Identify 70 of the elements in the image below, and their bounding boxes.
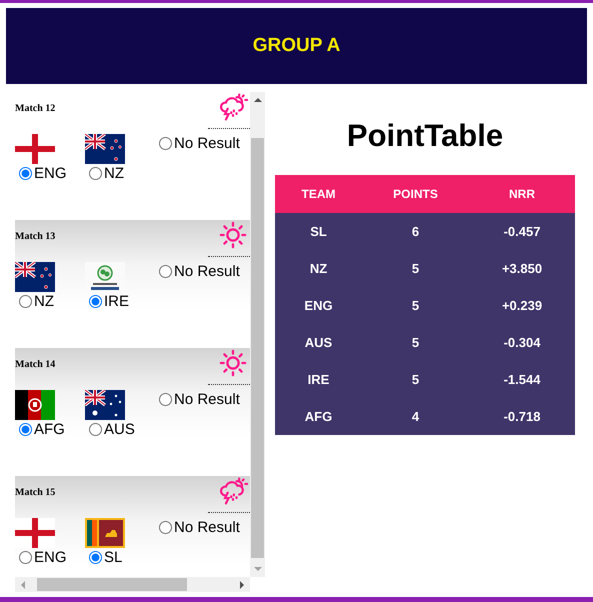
scrollbar-thumb[interactable] [251, 138, 264, 558]
team-code[interactable]: AFG [34, 421, 65, 438]
table-cell: +3.850 [469, 250, 575, 287]
table-cell: 5 [362, 361, 469, 398]
team-code[interactable]: NZ [104, 165, 124, 182]
match-title: Match 13 [15, 230, 56, 242]
horizontal-scrollbar[interactable] [15, 577, 250, 592]
table-cell: SL [275, 213, 362, 250]
radio-button[interactable] [19, 551, 32, 564]
radio-button[interactable] [89, 295, 102, 308]
table-cell: AFG [275, 398, 362, 435]
team-code[interactable]: ENG [34, 165, 67, 182]
sun-icon [218, 221, 248, 249]
radio-button[interactable] [159, 137, 172, 150]
team-code[interactable]: IRE [104, 293, 130, 310]
group-title: GROUP A [252, 35, 340, 57]
table-cell: -0.718 [469, 398, 575, 435]
scroll-right-icon[interactable] [239, 580, 245, 588]
table-cell: -1.544 [469, 361, 575, 398]
radio-button[interactable] [159, 393, 172, 406]
radio-button[interactable] [89, 551, 102, 564]
table-cell: -0.304 [469, 324, 575, 361]
no-result-label[interactable]: No Result [174, 519, 240, 536]
team-code[interactable]: NZ [34, 293, 54, 310]
table-cell: 4 [362, 398, 469, 435]
radio-button[interactable] [89, 423, 102, 436]
flag-icon [85, 518, 125, 548]
team-code[interactable]: SL [104, 549, 122, 566]
radio-button[interactable] [159, 265, 172, 278]
point-table-title: PointTable [346, 118, 504, 154]
team-code[interactable]: AUS [104, 421, 135, 438]
match-title: Match 14 [15, 358, 56, 370]
table-cell: AUS [275, 324, 362, 361]
flag-icon [85, 134, 125, 164]
radio-button[interactable] [89, 167, 102, 180]
table-cell: 5 [362, 250, 469, 287]
scrollbar-thumb[interactable] [37, 578, 187, 591]
sun-icon [218, 349, 248, 377]
scroll-left-icon[interactable] [20, 580, 26, 588]
radio-button[interactable] [19, 167, 32, 180]
column-header: NRR [469, 175, 575, 213]
column-header: TEAM [275, 175, 362, 213]
radio-button[interactable] [19, 295, 32, 308]
table-cell: 6 [362, 213, 469, 250]
column-header: POINTS [362, 175, 469, 213]
match-title: Match 12 [15, 102, 56, 114]
thunderstorm-icon [218, 93, 248, 121]
table-cell: 5 [362, 324, 469, 361]
flag-icon [15, 262, 55, 292]
team-code[interactable]: ENG [34, 549, 67, 566]
flag-icon [15, 390, 55, 420]
scroll-up-icon[interactable] [254, 97, 262, 103]
radio-button[interactable] [19, 423, 32, 436]
thunderstorm-icon [218, 477, 248, 505]
radio-button[interactable] [159, 521, 172, 534]
table-cell: 5 [362, 287, 469, 324]
table-cell: +0.239 [469, 287, 575, 324]
flag-icon [85, 390, 125, 420]
table-cell: NZ [275, 250, 362, 287]
flag-icon [15, 518, 55, 548]
table-cell: IRE [275, 361, 362, 398]
table-cell: ENG [275, 287, 362, 324]
no-result-label[interactable]: No Result [174, 263, 240, 280]
table-cell: -0.457 [469, 213, 575, 250]
no-result-label[interactable]: No Result [174, 135, 240, 152]
match-title: Match 15 [15, 486, 56, 498]
vertical-scrollbar[interactable] [250, 92, 265, 577]
no-result-label[interactable]: No Result [174, 391, 240, 408]
scroll-down-icon[interactable] [254, 566, 262, 572]
flag-icon [15, 134, 55, 164]
